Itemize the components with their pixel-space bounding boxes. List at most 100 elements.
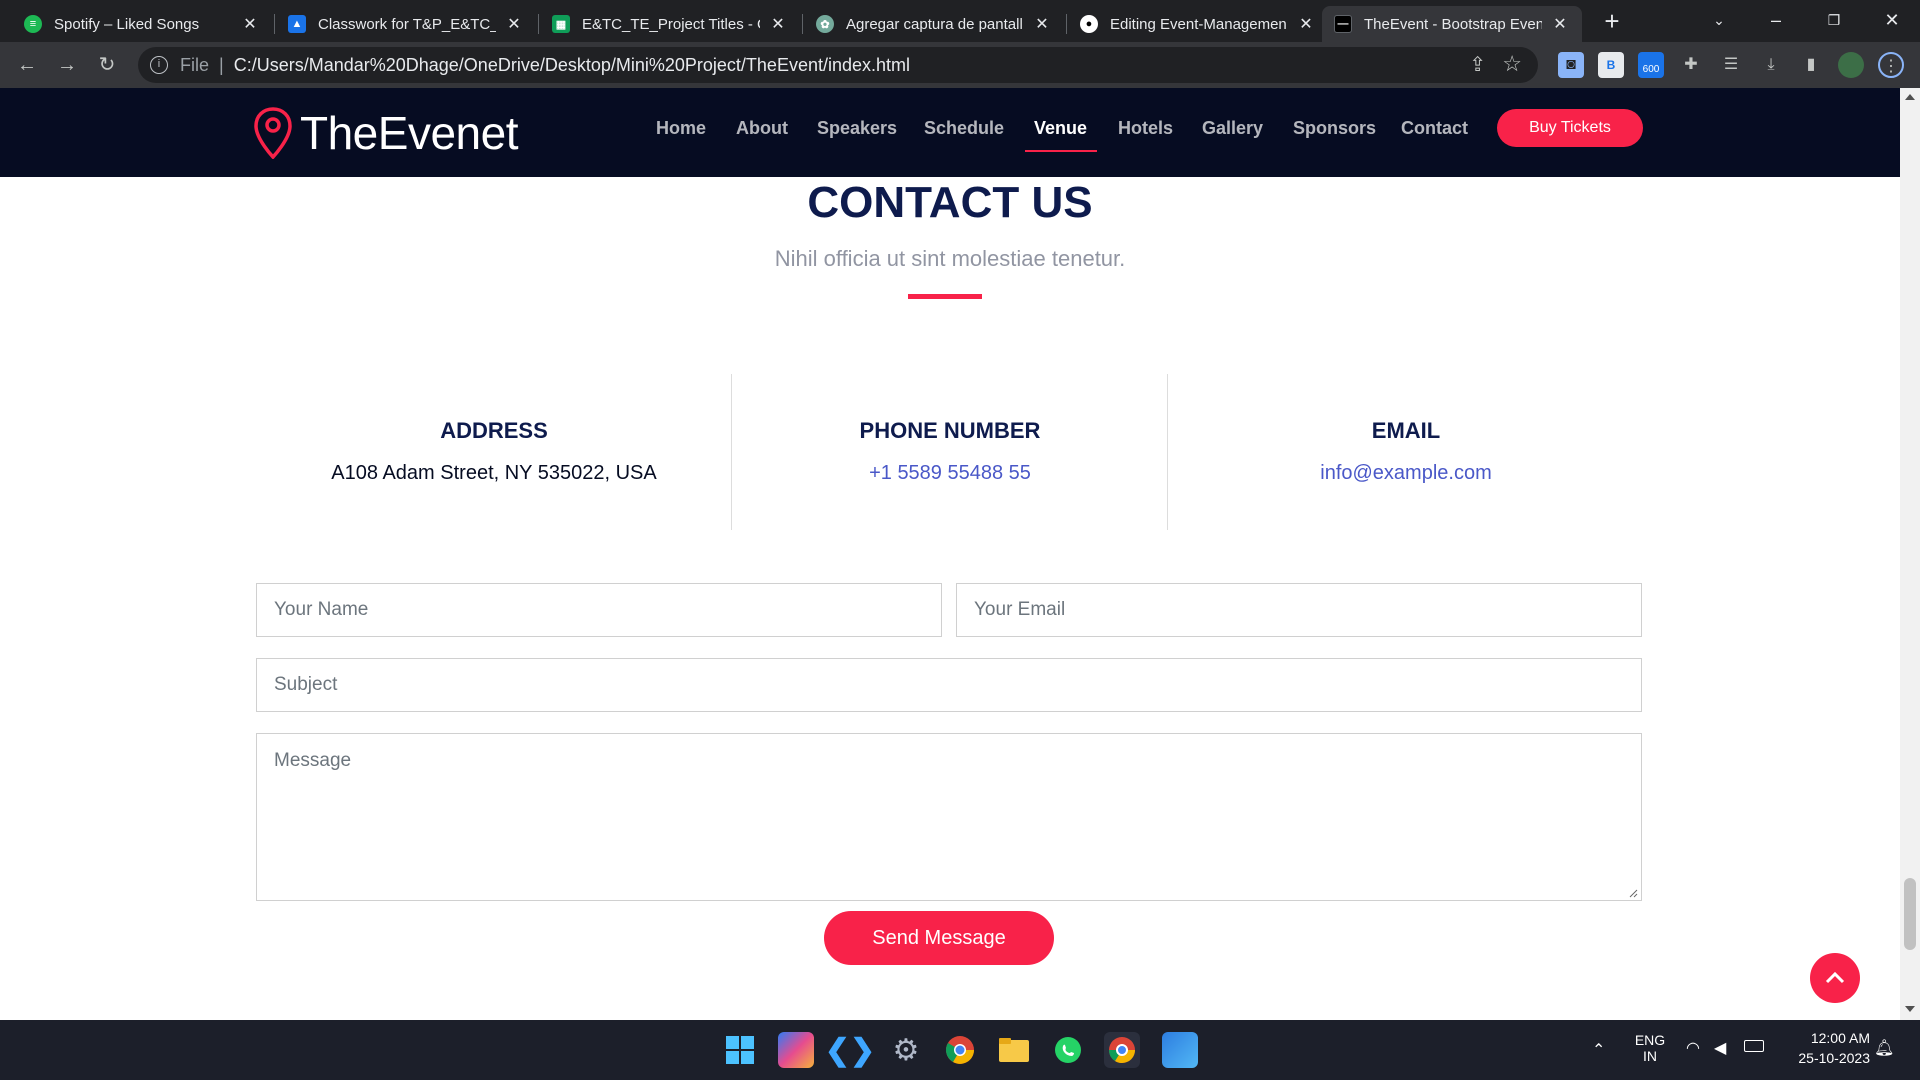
language-indicator[interactable]: ENG IN xyxy=(1630,1032,1670,1064)
section-subtitle: Nihil officia ut sint molestiae tenetur. xyxy=(774,246,1126,271)
extension-b-label: B xyxy=(1606,58,1616,72)
nav-sponsors[interactable]: Sponsors xyxy=(1293,118,1376,139)
close-icon[interactable]: ✕ xyxy=(1032,14,1052,34)
close-icon[interactable]: ✕ xyxy=(504,14,524,34)
nav-about[interactable]: About xyxy=(736,118,788,139)
close-icon[interactable]: ✕ xyxy=(1296,14,1316,34)
sheets-icon: ▦ xyxy=(552,15,570,33)
extensions-puzzle-icon[interactable]: ✚ xyxy=(1678,52,1704,78)
buy-tickets-button[interactable]: Buy Tickets xyxy=(1497,109,1643,147)
back-to-top-button[interactable] xyxy=(1810,953,1860,1003)
site-logo[interactable]: TheEvenet xyxy=(254,106,518,160)
share-icon[interactable]: ⇪ xyxy=(1469,52,1486,77)
resize-grip-icon[interactable] xyxy=(1628,888,1638,898)
phone-block: PHONE NUMBER +1 5589 55488 55 xyxy=(732,366,1168,522)
address-text: A108 Adam Street, NY 535022, USA xyxy=(331,462,657,484)
windows-taskbar: ❮❯ ⚙ ⌃ ENG IN ◠ ◀ 12:00 AM 25-10-2023 🔔︎ xyxy=(0,1020,1920,1080)
vscode-icon[interactable]: ❮❯ xyxy=(825,1032,875,1068)
battery-icon[interactable] xyxy=(1744,1040,1764,1052)
tab-divider xyxy=(274,14,275,34)
tab-title: Spotify – Liked Songs xyxy=(54,15,200,33)
whatsapp-icon[interactable] xyxy=(1050,1032,1086,1068)
language-code: ENG xyxy=(1634,1032,1666,1048)
tab-classwork[interactable]: ▲ Classwork for T&P_E&TC_2 ✕ xyxy=(276,6,536,42)
minimize-icon[interactable]: – xyxy=(1748,0,1804,42)
windows-start-icon[interactable] xyxy=(722,1032,758,1068)
chevron-up-tray-icon[interactable]: ⌃ xyxy=(1592,1040,1605,1060)
message-textarea[interactable] xyxy=(256,733,1642,901)
map-pin-icon xyxy=(254,107,292,159)
tab-github[interactable]: ● Editing Event-Managemen ✕ xyxy=(1068,6,1328,42)
back-arrow-icon[interactable]: ← xyxy=(12,50,42,80)
email-link[interactable]: info@example.com xyxy=(1168,462,1644,485)
media-queue-icon[interactable]: ☰ xyxy=(1718,52,1744,78)
region-code: IN xyxy=(1643,1048,1657,1064)
email-heading: EMAIL xyxy=(1371,418,1441,443)
nav-venue[interactable]: Venue xyxy=(1034,118,1087,139)
tab-title: E&TC_TE_Project Titles - Go xyxy=(582,15,760,33)
photos-icon[interactable] xyxy=(1162,1032,1198,1068)
title-accent-bar xyxy=(908,294,982,299)
name-input[interactable] xyxy=(256,583,942,637)
info-icon[interactable]: i xyxy=(150,56,168,74)
chrome-dev-icon[interactable] xyxy=(1104,1032,1140,1068)
reload-icon[interactable]: ↻ xyxy=(92,50,122,80)
scroll-down-arrow-icon[interactable] xyxy=(1905,1006,1915,1012)
github-icon: ● xyxy=(1080,15,1098,33)
close-icon[interactable]: ✕ xyxy=(1550,14,1570,34)
tab-divider xyxy=(538,14,539,34)
nav-contact[interactable]: Contact xyxy=(1401,118,1468,139)
profile-avatar[interactable] xyxy=(1838,52,1864,78)
tab-project-titles[interactable]: ▦ E&TC_TE_Project Titles - Go ✕ xyxy=(540,6,800,42)
scroll-up-arrow-icon[interactable] xyxy=(1905,94,1915,100)
nav-hotels[interactable]: Hotels xyxy=(1118,118,1173,139)
nav-schedule[interactable]: Schedule xyxy=(924,118,1004,139)
forward-arrow-icon[interactable]: → xyxy=(52,50,82,80)
tab-title: Agregar captura de pantall xyxy=(846,15,1023,33)
copilot-pre-icon[interactable] xyxy=(778,1032,814,1068)
chrome-icon[interactable] xyxy=(942,1032,978,1068)
nav-gallery[interactable]: Gallery xyxy=(1202,118,1263,139)
nav-home[interactable]: Home xyxy=(656,118,706,139)
url-text[interactable]: C:/Users/Mandar%20Dhage/OneDrive/Desktop… xyxy=(234,55,910,76)
chrome-menu-icon[interactable]: ⋮ xyxy=(1878,52,1904,78)
tab-theevent[interactable]: — TheEvent - Bootstrap Even ✕ xyxy=(1322,6,1582,42)
settings-gear-icon[interactable]: ⚙ xyxy=(888,1032,924,1068)
wifi-icon[interactable]: ◠ xyxy=(1686,1038,1700,1058)
send-message-button[interactable]: Send Message xyxy=(824,911,1054,965)
new-tab-plus-icon[interactable]: + xyxy=(1598,8,1626,36)
clock[interactable]: 12:00 AM 25-10-2023 xyxy=(1780,1030,1870,1066)
side-panel-icon[interactable]: ▮ xyxy=(1798,52,1824,78)
phone-link[interactable]: +1 5589 55488 55 xyxy=(732,462,1168,485)
screen-capture-extension-icon[interactable]: ◙ xyxy=(1558,52,1584,78)
extension-badge-icon[interactable]: 600 xyxy=(1638,52,1664,78)
restore-icon[interactable]: ❐ xyxy=(1806,0,1862,42)
nav-speakers[interactable]: Speakers xyxy=(817,118,897,139)
extension-b-icon[interactable]: B xyxy=(1598,52,1624,78)
close-icon[interactable]: ✕ xyxy=(768,14,788,34)
subject-input[interactable] xyxy=(256,658,1642,712)
chevron-up-icon xyxy=(1825,971,1845,984)
file-explorer-icon[interactable] xyxy=(996,1032,1032,1068)
chatgpt-icon: ✿ xyxy=(816,15,834,33)
volume-icon[interactable]: ◀ xyxy=(1714,1038,1726,1058)
page-scrollbar[interactable] xyxy=(1900,88,1920,1020)
tab-spotify[interactable]: ≡ Spotify – Liked Songs ✕ xyxy=(12,6,272,42)
tab-chatgpt[interactable]: ✿ Agregar captura de pantall ✕ xyxy=(804,6,1064,42)
section-title: CONTACT US xyxy=(807,178,1093,227)
clock-date: 25-10-2023 xyxy=(1798,1050,1870,1066)
tab-divider xyxy=(1066,14,1067,34)
tab-divider xyxy=(802,14,803,34)
email-input[interactable] xyxy=(956,583,1642,637)
bookmark-star-icon[interactable]: ☆ xyxy=(1502,51,1522,77)
browser-toolbar: ← → ↻ i File | C:/Users/Mandar%20Dhage/O… xyxy=(0,42,1920,88)
download-icon[interactable]: ⤓ xyxy=(1758,52,1784,78)
phone-heading: PHONE NUMBER xyxy=(859,418,1041,443)
scrollbar-thumb[interactable] xyxy=(1904,878,1916,950)
notification-bell-icon[interactable]: 🔔︎ xyxy=(1874,1038,1894,1058)
chevron-down-icon[interactable]: ⌄ xyxy=(1691,0,1747,42)
close-icon[interactable]: ✕ xyxy=(240,14,260,34)
window-close-icon[interactable]: ✕ xyxy=(1864,0,1920,42)
address-bar[interactable]: i File | C:/Users/Mandar%20Dhage/OneDriv… xyxy=(138,47,1538,83)
tab-title: TheEvent - Bootstrap Even xyxy=(1364,15,1542,33)
